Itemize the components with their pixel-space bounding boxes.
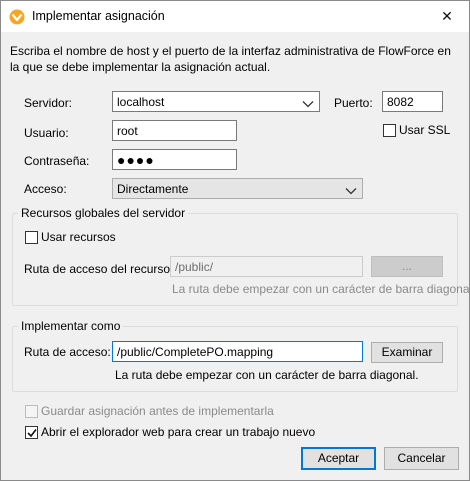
use-resources-label[interactable]: Usar recursos <box>41 230 116 244</box>
user-input[interactable]: root <box>112 120 237 141</box>
use-ssl-checkbox[interactable] <box>383 124 396 137</box>
use-resources-checkbox[interactable] <box>25 231 38 244</box>
chevron-down-icon[interactable] <box>345 184 357 195</box>
deploy-as-title: Implementar como <box>18 319 124 333</box>
port-input[interactable]: 8082 <box>382 91 443 112</box>
use-ssl-label[interactable]: Usar SSL <box>399 123 450 137</box>
port-label: Puerto: <box>334 96 373 110</box>
resource-path-label: Ruta de acceso del recurso: <box>24 262 174 276</box>
server-label: Servidor: <box>24 96 73 110</box>
resource-browse-button: ... <box>371 256 443 277</box>
ok-button[interactable]: Aceptar <box>301 447 376 470</box>
server-combobox[interactable]: localhost <box>112 91 320 112</box>
checkmark-icon <box>27 429 37 438</box>
access-combobox[interactable]: Directamente <box>112 178 363 199</box>
save-before-checkbox <box>25 405 38 418</box>
resource-path-hint: La ruta debe empezar con un carácter de … <box>172 282 470 296</box>
cancel-button[interactable]: Cancelar <box>384 447 459 470</box>
save-before-label: Guardar asignación antes de implementarl… <box>41 404 274 418</box>
browse-button[interactable]: Examinar <box>371 342 443 363</box>
open-browser-checkbox[interactable] <box>25 426 38 439</box>
dialog-body: Escriba el nombre de host y el puerto de… <box>1 32 469 480</box>
access-value: Directamente <box>117 182 189 196</box>
deploy-mapping-dialog: Implementar asignación ✕ Escriba el nomb… <box>0 0 470 481</box>
password-label: Contraseña: <box>24 154 90 168</box>
server-value: localhost <box>117 95 165 109</box>
deploy-path-label: Ruta de acceso: <box>24 345 111 359</box>
password-input[interactable]: ●●●● <box>112 149 237 170</box>
window-title: Implementar asignación <box>32 9 165 23</box>
altova-mapforce-icon <box>9 9 25 25</box>
global-resources-title: Recursos globales del servidor <box>18 206 189 220</box>
chevron-down-icon[interactable] <box>302 97 314 108</box>
deploy-path-input[interactable]: /public/CompletePO.mapping <box>112 341 363 362</box>
user-label: Usuario: <box>24 126 69 140</box>
resource-path-input: /public/ <box>170 256 363 277</box>
dialog-description: Escriba el nombre de host y el puerto de… <box>10 44 451 74</box>
close-icon[interactable]: ✕ <box>425 1 469 32</box>
open-browser-label[interactable]: Abrir el explorador web para crear un tr… <box>41 425 315 439</box>
access-label: Acceso: <box>24 182 67 196</box>
title-bar[interactable]: Implementar asignación ✕ <box>1 1 469 32</box>
deploy-path-hint: La ruta debe empezar con un carácter de … <box>115 368 419 382</box>
